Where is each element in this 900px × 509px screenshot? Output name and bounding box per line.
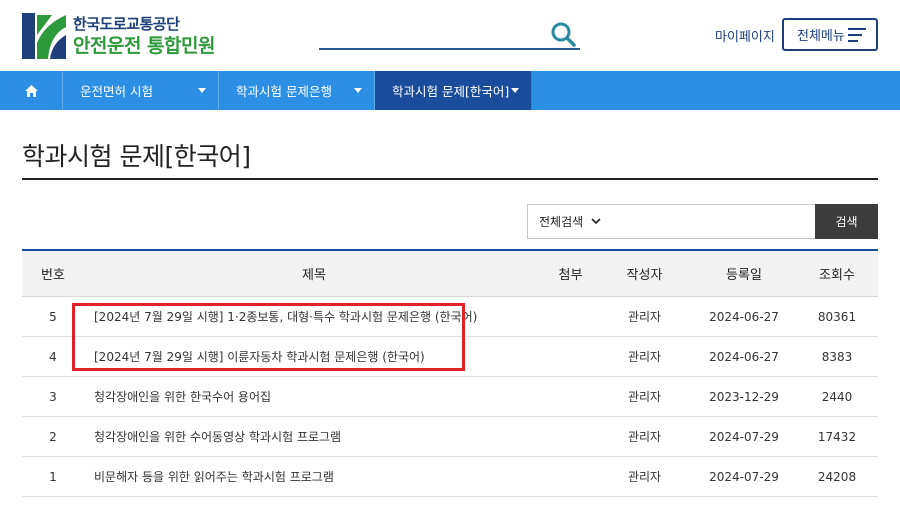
row-num: 4 xyxy=(49,349,57,364)
home-icon xyxy=(24,84,38,97)
row-views: 80361 xyxy=(817,309,857,324)
table-header-row: 번호 제목 첨부 작성자 등록일 조회수 xyxy=(22,251,878,297)
board-table: 번호 제목 첨부 작성자 등록일 조회수 5 [2024년 7월 29일 시행]… xyxy=(22,249,878,497)
row-author: 관리자 xyxy=(627,430,662,444)
row-date: 2024-07-29 xyxy=(709,469,779,484)
caret-down-icon xyxy=(198,88,206,93)
header-attach: 첨부 xyxy=(558,268,583,283)
site-logo[interactable]: 한국도로교통공단 안전운전 통합민원 xyxy=(22,13,215,59)
row-views: 8383 xyxy=(821,349,853,364)
chevron-down-icon xyxy=(591,218,601,225)
row-title-link[interactable]: [2024년 7월 29일 시행] 1·2종보통, 대형·특수 학과시험 문제은… xyxy=(84,308,544,325)
board-search-button[interactable]: 검색 xyxy=(815,204,878,239)
row-title-link[interactable]: [2024년 7월 29일 시행] 이륜자동차 학과시험 문제은행 (한국어) xyxy=(84,348,544,365)
row-author: 관리자 xyxy=(627,310,662,324)
caret-down-icon xyxy=(354,88,362,93)
logo-service-name: 안전운전 통합민원 xyxy=(73,34,215,57)
header-author: 작성자 xyxy=(626,268,663,283)
row-title-link[interactable]: 청각장애인을 위한 수어동영상 학과시험 프로그램 xyxy=(84,428,544,445)
search-icon[interactable] xyxy=(550,21,576,47)
mypage-link[interactable]: 마이페이지 xyxy=(715,26,775,45)
row-title-link[interactable]: 비문해자 등을 위한 읽어주는 학과시험 프로그램 xyxy=(84,468,544,485)
hamburger-menu-icon xyxy=(848,28,866,42)
table-row: 1 비문해자 등을 위한 읽어주는 학과시험 프로그램 관리자 2024-07-… xyxy=(22,457,878,497)
nav-item-question-bank[interactable]: 학과시험 문제은행 xyxy=(219,71,375,110)
header-views: 조회수 xyxy=(819,268,855,283)
row-views: 2440 xyxy=(821,389,853,404)
page-title: 학과시험 문제[한국어] xyxy=(22,142,251,171)
logo-text: 한국도로교통공단 안전운전 통합민원 xyxy=(73,14,215,57)
row-date: 2024-06-27 xyxy=(709,309,779,324)
header-title: 제목 xyxy=(302,268,326,283)
caret-down-icon xyxy=(511,88,519,93)
table-row: 5 [2024년 7월 29일 시행] 1·2종보통, 대형·특수 학과시험 문… xyxy=(22,297,878,337)
all-menu-label: 전체메뉴 xyxy=(797,29,845,44)
board-search-input[interactable] xyxy=(612,204,816,239)
search-type-value: 전체검색 xyxy=(539,215,584,229)
nav-item-questions-korean[interactable]: 학과시험 문제[한국어] xyxy=(375,71,532,110)
main-nav: 운전면허 시험 학과시험 문제은행 학과시험 문제[한국어] xyxy=(0,71,900,110)
nav-item-label: 학과시험 문제[한국어] xyxy=(392,84,510,99)
row-views: 17432 xyxy=(817,429,857,444)
koroad-logo-icon xyxy=(22,13,66,59)
nav-item-license-test[interactable]: 운전면허 시험 xyxy=(63,71,219,110)
header-num: 번호 xyxy=(41,268,65,283)
header-date: 등록일 xyxy=(726,268,762,283)
site-header: 한국도로교통공단 안전운전 통합민원 마이페이지 전체메뉴 xyxy=(0,0,900,71)
table-row: 3 청각장애인을 위한 한국수어 용어집 관리자 2023-12-29 2440 xyxy=(22,377,878,417)
row-author: 관리자 xyxy=(627,350,662,364)
table-row: 2 청각장애인을 위한 수어동영상 학과시험 프로그램 관리자 2024-07-… xyxy=(22,417,878,457)
row-date: 2024-07-29 xyxy=(709,429,779,444)
row-num: 5 xyxy=(49,309,57,324)
row-author: 관리자 xyxy=(627,390,662,404)
nav-home[interactable] xyxy=(0,71,63,110)
nav-item-label: 학과시험 문제은행 xyxy=(236,84,332,99)
all-menu-button[interactable]: 전체메뉴 xyxy=(782,18,878,51)
nav-item-label: 운전면허 시험 xyxy=(80,84,153,99)
row-views: 24208 xyxy=(817,469,857,484)
row-title-link[interactable]: 청각장애인을 위한 한국수어 용어집 xyxy=(84,388,544,405)
row-num: 2 xyxy=(49,429,57,444)
row-num: 1 xyxy=(49,469,57,484)
search-type-select[interactable]: 전체검색 xyxy=(527,204,613,239)
row-author: 관리자 xyxy=(627,470,662,484)
table-row: 4 [2024년 7월 29일 시행] 이륜자동차 학과시험 문제은행 (한국어… xyxy=(22,337,878,377)
global-search-bar[interactable] xyxy=(319,20,580,50)
title-divider xyxy=(22,178,878,180)
row-num: 3 xyxy=(49,389,57,404)
row-date: 2024-06-27 xyxy=(709,349,779,364)
row-date: 2023-12-29 xyxy=(709,389,779,404)
logo-org-name: 한국도로교통공단 xyxy=(73,14,180,33)
